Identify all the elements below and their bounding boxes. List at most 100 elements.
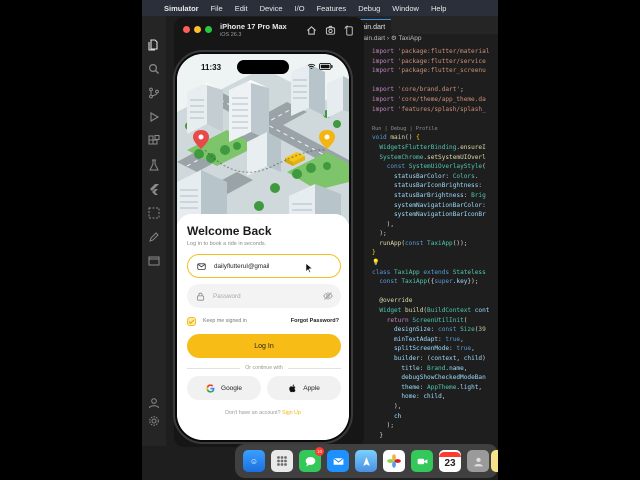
code-line[interactable]: 21}	[350, 248, 498, 258]
extensions-icon[interactable]	[147, 134, 161, 148]
social-divider: Or continue with	[187, 364, 342, 372]
calendar-icon[interactable]: 23	[439, 450, 461, 472]
keep-signed-in-checkbox[interactable]	[187, 316, 196, 326]
zoom-window-button[interactable]	[205, 26, 212, 33]
code-line[interactable]: 27 Widget build(BuildContext cont	[350, 306, 498, 316]
code-text: void main() {	[372, 134, 420, 142]
facetime-icon[interactable]	[411, 450, 433, 472]
code-text: const SystemUiOverlayStyle(	[386, 163, 486, 171]
code-line[interactable]: 35 theme: AppTheme.light,	[350, 383, 498, 393]
finder-icon[interactable]: ☺	[243, 450, 265, 472]
menu-features[interactable]: Features	[317, 4, 347, 13]
code-line[interactable]: 6import 'core/theme/app_theme.da	[350, 95, 498, 105]
status-icons	[307, 63, 333, 70]
launchpad-icon[interactable]	[271, 450, 293, 472]
messages-icon[interactable]: 10	[299, 447, 324, 472]
menu-file[interactable]: File	[211, 4, 223, 13]
mail-app-icon[interactable]	[327, 450, 349, 472]
code-line[interactable]: 36 home: child,	[350, 392, 498, 402]
code-line[interactable]: 32 builder: (context, child)	[350, 354, 498, 364]
code-line[interactable]: 19 );	[350, 229, 498, 239]
code-line[interactable]: 17 systemNavigationBarIconBr	[350, 210, 498, 220]
code-line[interactable]: 5import 'core/brand.dart';	[350, 85, 498, 95]
apple-button[interactable]: Apple	[267, 376, 341, 400]
code-line[interactable]: 34 debugShowCheckedModeBan	[350, 373, 498, 383]
code-line[interactable]: 40 }	[350, 431, 498, 441]
settings-gear-icon[interactable]	[147, 414, 161, 428]
code-line[interactable]: 26 @override	[350, 296, 498, 306]
email-field[interactable]: dailyflutteruI@gmail	[187, 254, 341, 278]
menu-window[interactable]: Window	[392, 4, 419, 13]
code-content[interactable]: 1import 'package:flutter/material2import…	[350, 47, 498, 440]
photos-icon[interactable]	[383, 450, 405, 472]
explorer-icon[interactable]	[147, 38, 161, 52]
code-line[interactable]: 22💡	[350, 258, 498, 268]
menu-device[interactable]: Device	[260, 4, 283, 13]
code-line[interactable]: Run | Debug | Profile	[350, 124, 498, 134]
code-line[interactable]: 9void main() {	[350, 133, 498, 143]
code-line[interactable]: 37 ),	[350, 402, 498, 412]
device-os-version: iOS 26.3	[220, 32, 242, 38]
code-line[interactable]: 12 const SystemUiOverlayStyle(	[350, 162, 498, 172]
code-line[interactable]: 31 splitScreenMode: true,	[350, 344, 498, 354]
code-line[interactable]: 15 statusBarBrightness: Brig	[350, 191, 498, 201]
notes-icon[interactable]	[491, 450, 498, 472]
code-line[interactable]: 30 minTextAdapt: true,	[350, 335, 498, 345]
menu-debug[interactable]: Debug	[358, 4, 380, 13]
close-window-button[interactable]	[183, 26, 190, 33]
menu-app-name[interactable]: Simulator	[164, 4, 199, 13]
code-line[interactable]: 16 systemNavigationBarColor:	[350, 201, 498, 211]
code-line[interactable]: 3import 'package:flutter_screenu	[350, 66, 498, 76]
code-text: 💡	[372, 259, 380, 267]
code-line[interactable]: 1import 'package:flutter/material	[350, 47, 498, 57]
flutter-icon[interactable]	[147, 182, 161, 196]
code-line[interactable]: 39 );	[350, 421, 498, 431]
login-button[interactable]: Log In	[187, 334, 341, 358]
login-sheet: Welcome Back Log in to book a ride in se…	[177, 214, 349, 440]
divider-label: Or continue with	[245, 365, 283, 371]
account-icon[interactable]	[147, 396, 161, 410]
code-line[interactable]: 2import 'package:flutter/service	[350, 57, 498, 67]
code-line[interactable]: 38 ch	[350, 412, 498, 422]
minimize-window-button[interactable]	[194, 26, 201, 33]
code-line[interactable]: 7import 'features/splash/splash_	[350, 105, 498, 115]
home-icon[interactable]	[304, 23, 318, 37]
code-line[interactable]: 29 designSize: const Size(39	[350, 325, 498, 335]
menu-io[interactable]: I/O	[295, 4, 305, 13]
contacts-icon[interactable]	[467, 450, 489, 472]
code-line[interactable]: 11 SystemChrome.setSystemUIOverl	[350, 153, 498, 163]
menu-help[interactable]: Help	[431, 4, 446, 13]
browser-preview-icon[interactable]	[147, 254, 161, 268]
code-line[interactable]: 25	[350, 287, 498, 297]
code-line[interactable]: 33 title: Brand.name,	[350, 364, 498, 374]
google-button[interactable]: Google	[187, 376, 261, 400]
source-control-icon[interactable]	[147, 86, 161, 100]
code-line[interactable]: 14 statusBarIconBrightness:	[350, 181, 498, 191]
menu-edit[interactable]: Edit	[235, 4, 248, 13]
code-line[interactable]: 24 const TaxiApp({super.key});	[350, 277, 498, 287]
code-line[interactable]: 28 return ScreenUtilInit(	[350, 316, 498, 326]
city-illustration	[177, 54, 349, 224]
search-icon[interactable]	[147, 62, 161, 76]
code-line[interactable]: 18 ),	[350, 220, 498, 230]
remote-explorer-icon[interactable]	[147, 206, 161, 220]
edit-icon[interactable]	[147, 230, 161, 244]
code-line[interactable]: 20 runApp(const TaxiApp());	[350, 239, 498, 249]
maps-icon[interactable]	[355, 450, 377, 472]
hide-password-icon[interactable]	[323, 291, 333, 301]
run-debug-icon[interactable]	[147, 110, 161, 124]
code-line[interactable]: 8	[350, 114, 498, 124]
code-line[interactable]: 4	[350, 76, 498, 86]
screenshot-icon[interactable]	[323, 23, 337, 37]
breadcrumb[interactable]: main.dart › ⚙ TaxiApp	[350, 34, 498, 44]
mouse-pointer-icon	[305, 263, 313, 273]
code-line[interactable]: 23class TaxiApp extends Stateless	[350, 268, 498, 278]
testing-icon[interactable]	[147, 158, 161, 172]
signup-link[interactable]: Sign Up	[282, 410, 301, 416]
password-field[interactable]: Password	[187, 284, 341, 308]
rotate-icon[interactable]	[342, 23, 356, 37]
code-line[interactable]: 13 statusBarColor: Colors.	[350, 172, 498, 182]
code-line[interactable]: 10 WidgetsFlutterBinding.ensureI	[350, 143, 498, 153]
forgot-password-link[interactable]: Forgot Password?	[291, 318, 339, 324]
code-text: import 'package:flutter_screenu	[372, 67, 486, 75]
